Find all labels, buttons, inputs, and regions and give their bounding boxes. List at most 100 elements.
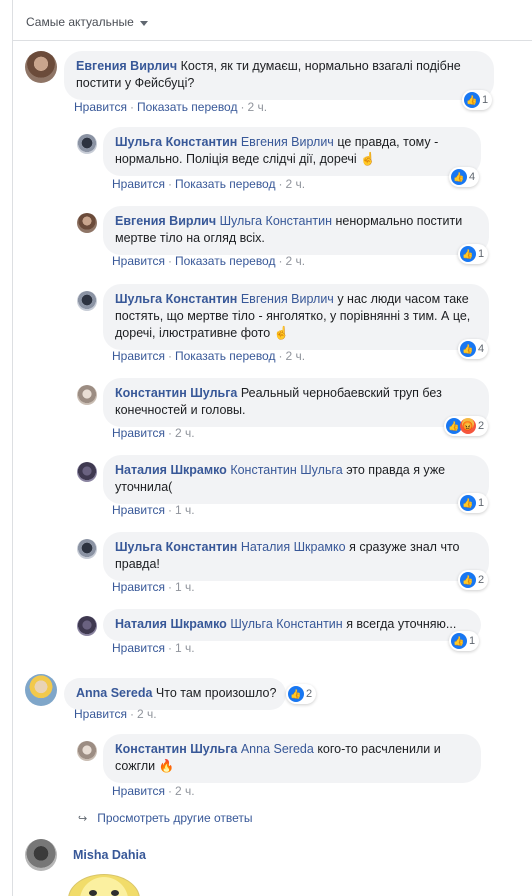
comment-actions: Нравится · 1 ч. — [112, 641, 195, 655]
comment-author[interactable]: Anna Sereda — [76, 686, 152, 700]
avatar[interactable] — [77, 462, 97, 482]
avatar[interactable] — [77, 291, 97, 311]
comment-time[interactable]: 2 ч. — [175, 784, 195, 798]
reactions-badge[interactable]: 👍 2 — [286, 684, 317, 704]
avatar[interactable] — [25, 839, 57, 871]
comment-actions: Нравится · 2 ч. — [74, 707, 157, 721]
mention-link[interactable]: Наталия Шкрамко — [241, 540, 346, 554]
avatar[interactable] — [25, 674, 57, 706]
translate-link[interactable]: Показать перевод — [175, 254, 276, 268]
like-icon: 👍 — [460, 341, 476, 357]
like-link[interactable]: Нравится — [112, 426, 165, 440]
comment-time[interactable]: 2 ч. — [285, 349, 305, 363]
avatar[interactable] — [25, 51, 57, 83]
mention-link[interactable]: Евгения Вирлич — [241, 292, 334, 306]
comment-actions: Нравится · Показать перевод · 2 ч. — [112, 177, 306, 191]
comment-author[interactable]: Наталия Шкрамко — [115, 617, 227, 631]
like-icon: 👍 — [451, 633, 467, 649]
like-link[interactable]: Нравится — [74, 100, 127, 114]
comment-author[interactable]: Наталия Шкрамко — [115, 463, 227, 477]
comment-author[interactable]: Misha Dahia — [73, 848, 146, 862]
comment-bubble: Наталия Шкрамко Шульга Константин я всег… — [103, 609, 481, 641]
reaction-count: 1 — [482, 94, 489, 106]
comment-text: я всегда уточняю... — [346, 617, 457, 631]
comment-actions: Нравится · Показать перевод · 2 ч. — [112, 254, 306, 268]
like-link[interactable]: Нравится — [74, 707, 127, 721]
comment-time[interactable]: 2 ч. — [285, 254, 305, 268]
reactions-badge[interactable]: 👍 1 — [458, 493, 489, 513]
mention-link[interactable]: Евгения Вирлич — [241, 135, 334, 149]
avatar[interactable] — [77, 741, 97, 761]
mention-link[interactable]: Anna Sereda — [241, 742, 314, 756]
comment-author[interactable]: Шульга Константин — [115, 540, 237, 554]
avatar[interactable] — [77, 213, 97, 233]
comment-text: Что там произошло? — [155, 686, 277, 700]
avatar[interactable] — [77, 616, 97, 636]
comment-time[interactable]: 2 ч. — [285, 177, 305, 191]
comment-author[interactable]: Константин Шульга — [115, 386, 237, 400]
like-link[interactable]: Нравится — [112, 641, 165, 655]
like-icon: 👍 — [460, 495, 476, 511]
caret-down-icon — [139, 20, 148, 26]
reaction-count: 2 — [478, 420, 485, 432]
like-link[interactable]: Нравится — [112, 177, 165, 191]
comment-bubble: Шульга Константин Евгения Вирлич це прав… — [103, 127, 481, 176]
reactions-badge[interactable]: 👍 1 — [462, 90, 493, 110]
like-link[interactable]: Нравится — [112, 503, 165, 517]
like-link[interactable]: Нравится — [112, 580, 165, 594]
comment-time[interactable]: 1 ч. — [175, 641, 195, 655]
like-link[interactable]: Нравится — [112, 254, 165, 268]
comment-time[interactable]: 2 ч. — [175, 426, 195, 440]
mention-link[interactable]: Шульга Константин — [230, 617, 342, 631]
reactions-badge[interactable]: 👍 1 — [458, 244, 489, 264]
like-icon: 👍 — [288, 686, 304, 702]
comment-author[interactable]: Евгения Вирлич — [115, 214, 216, 228]
comment-bubble: Константин Шульга Anna Sereda кого-то ра… — [103, 734, 481, 783]
like-icon: 👍 — [460, 572, 476, 588]
sort-label: Самые актуальные — [26, 15, 134, 29]
reaction-count: 1 — [478, 497, 485, 509]
reactions-badge[interactable]: 👍 😡 2 — [444, 416, 489, 436]
avatar[interactable] — [77, 134, 97, 154]
view-more-replies-label: Просмотреть другие ответы — [97, 811, 253, 825]
comment-time[interactable]: 1 ч. — [175, 503, 195, 517]
avatar[interactable] — [77, 385, 97, 405]
reaction-count: 4 — [478, 343, 485, 355]
comment-actions: Нравится · 1 ч. — [112, 580, 195, 594]
reactions-badge[interactable]: 👍 2 — [458, 570, 489, 590]
reply-arrow-icon: ↪ — [78, 812, 88, 825]
comment-time[interactable]: 2 ч. — [247, 100, 267, 114]
translate-link[interactable]: Показать перевод — [175, 177, 276, 191]
reaction-count: 2 — [306, 688, 313, 700]
comment-bubble: Anna Sereda Что там произошло? — [64, 678, 286, 710]
comment-actions: Нравится · 2 ч. — [112, 784, 195, 798]
sort-dropdown[interactable]: Самые актуальные — [26, 15, 148, 29]
reaction-count: 1 — [478, 248, 485, 260]
comment-author[interactable]: Шульга Константин — [115, 135, 237, 149]
reactions-badge[interactable]: 👍 4 — [449, 167, 480, 187]
comment-bubble: Наталия Шкрамко Константин Шульга это пр… — [103, 455, 489, 504]
divider — [13, 40, 532, 41]
comment-author[interactable]: Шульга Константин — [115, 292, 237, 306]
comment-bubble: Евгения Вирлич Шульга Константин ненорма… — [103, 206, 489, 255]
comment-author[interactable]: Константин Шульга — [115, 742, 237, 756]
comment-time[interactable]: 2 ч. — [137, 707, 157, 721]
comment-actions: Нравится · 2 ч. — [112, 426, 195, 440]
translate-link[interactable]: Показать перевод — [137, 100, 238, 114]
mention-link[interactable]: Константин Шульга — [230, 463, 342, 477]
comment-actions: Нравится · 1 ч. — [112, 503, 195, 517]
like-icon: 👍 — [451, 169, 467, 185]
comment-author[interactable]: Евгения Вирлич — [76, 59, 177, 73]
angry-icon: 😡 — [460, 418, 476, 434]
comment-time[interactable]: 1 ч. — [175, 580, 195, 594]
like-link[interactable]: Нравится — [112, 349, 165, 363]
reactions-badge[interactable]: 👍 1 — [449, 631, 480, 651]
mention-link[interactable]: Шульга Константин — [220, 214, 332, 228]
like-link[interactable]: Нравится — [112, 784, 165, 798]
translate-link[interactable]: Показать перевод — [175, 349, 276, 363]
comment-bubble: Евгения Вирлич Костя, як ти думаєш, норм… — [64, 51, 494, 100]
reaction-count: 1 — [469, 635, 476, 647]
avatar[interactable] — [77, 539, 97, 559]
view-more-replies-link[interactable]: ↪ Просмотреть другие ответы — [78, 811, 253, 825]
reactions-badge[interactable]: 👍 4 — [458, 339, 489, 359]
